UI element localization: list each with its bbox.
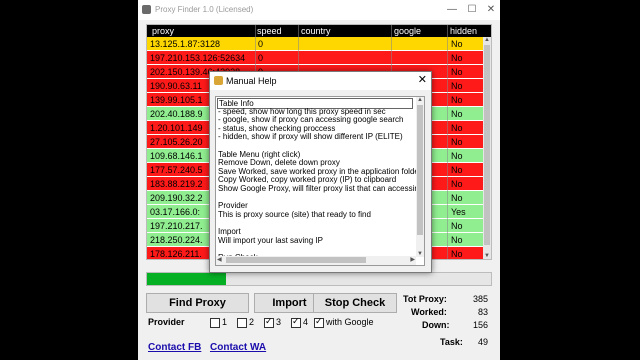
find-proxy-button[interactable]: Find Proxy <box>146 293 249 313</box>
help-text-line: Show Google Proxy, will filter proxy lis… <box>218 184 425 193</box>
cell-hidden: No <box>451 39 463 49</box>
help-horizontal-scrollbar[interactable]: ◀ ▶ <box>216 256 416 265</box>
cell-proxy: 218.250.224. <box>150 235 203 245</box>
cell-proxy: 190.90.63.11 <box>150 81 202 91</box>
cell-hidden: No <box>451 53 463 63</box>
provider-option-label: 1 <box>222 317 228 327</box>
provider-label: Provider <box>148 317 185 327</box>
cell-hidden: No <box>451 179 463 189</box>
column-header-speed[interactable]: speed <box>257 26 282 36</box>
cell-proxy: 139.99.105.1 <box>150 95 203 105</box>
cell-hidden: No <box>451 123 463 133</box>
contact-fb-link[interactable]: Contact FB <box>148 342 201 353</box>
table-scrollbar[interactable]: ▲ ▼ <box>483 37 491 259</box>
cell-proxy: 1.20.101.149 <box>150 123 203 133</box>
app-icon <box>142 5 151 14</box>
cell-proxy: 27.105.26.20 <box>150 137 203 147</box>
help-text-line: Will import your last saving IP <box>218 235 323 245</box>
help-textbox[interactable]: Table Info - speed, show how long this pr… <box>215 96 425 266</box>
cell-hidden: No <box>451 235 463 245</box>
with-google-label: with Google <box>326 317 374 327</box>
cell-hidden: No <box>451 221 463 231</box>
table-header: proxy speed country google hidden <box>147 25 491 37</box>
cell-hidden: No <box>451 95 463 105</box>
tot-proxy-label: Tot Proxy: <box>403 294 447 304</box>
cell-speed: 0 <box>258 39 264 49</box>
cell-proxy: 177.57.240.5 <box>150 165 203 175</box>
help-icon <box>214 76 223 85</box>
close-icon[interactable]: ✕ <box>483 2 499 18</box>
tot-proxy-value: 385 <box>472 294 488 304</box>
cell-proxy: 197.210.217. <box>150 221 203 231</box>
contact-wa-link[interactable]: Contact WA <box>210 342 266 353</box>
window-title: Proxy Finder 1.0 (Licensed) <box>155 5 254 14</box>
cell-speed: 0 <box>258 53 264 63</box>
title-bar: Proxy Finder 1.0 (Licensed) — ☐ ✕ <box>138 0 500 20</box>
dialog-title: Manual Help <box>226 76 277 86</box>
with-google-checkbox[interactable] <box>314 316 324 328</box>
cell-hidden: No <box>451 137 463 147</box>
table-row[interactable]: 197.210.153.126:52634 0 No <box>147 51 485 65</box>
provider-option-label: 2 <box>249 317 255 327</box>
worked-value: 83 <box>477 307 488 317</box>
provider-checkbox-4[interactable] <box>291 316 301 328</box>
column-header-hidden[interactable]: hidden <box>450 26 477 36</box>
minimize-icon[interactable]: — <box>444 2 460 18</box>
down-label: Down: <box>422 320 450 330</box>
provider-checkbox-1[interactable] <box>210 318 220 328</box>
maximize-icon[interactable]: ☐ <box>464 2 480 18</box>
cell-proxy: 109.68.146.1 <box>150 151 203 161</box>
column-header-proxy[interactable]: proxy <box>152 26 174 36</box>
manual-help-dialog: Manual Help ✕ Table Info - speed, show ho… <box>209 71 432 273</box>
provider-checkbox-3[interactable] <box>264 316 274 328</box>
cell-hidden: No <box>451 165 463 175</box>
task-value: 49 <box>477 337 488 347</box>
cell-proxy: 209.190.32.2 <box>150 193 203 203</box>
help-text-line: - hidden, show if proxy will show differ… <box>218 132 403 142</box>
cell-hidden: No <box>451 249 463 259</box>
cell-hidden: No <box>451 67 463 77</box>
worked-label: Worked: <box>411 307 447 317</box>
cell-proxy: 13.125.1.87:3128 <box>150 39 221 49</box>
cell-hidden: Yes <box>451 207 466 217</box>
provider-checkbox-2[interactable] <box>237 318 247 328</box>
table-row[interactable]: 13.125.1.87:3128 0 No <box>147 37 485 51</box>
column-header-google[interactable]: google <box>394 26 421 36</box>
dialog-close-icon[interactable]: ✕ <box>418 73 427 86</box>
progress-bar <box>146 272 492 286</box>
stop-check-button[interactable]: Stop Check <box>313 293 397 313</box>
cell-hidden: No <box>451 109 463 119</box>
column-header-country[interactable]: country <box>301 26 331 36</box>
help-text-line: This is proxy source (site) that ready t… <box>218 209 371 219</box>
cell-proxy: 183.88.219.2 <box>150 179 203 189</box>
cell-proxy: 03.17.166.0: <box>150 207 201 217</box>
cell-hidden: No <box>451 81 463 91</box>
cell-hidden: No <box>451 151 463 161</box>
cell-hidden: No <box>451 193 463 203</box>
dialog-title-bar: Manual Help ✕ <box>210 72 431 90</box>
help-vertical-scrollbar[interactable]: ▲ ▼ <box>416 97 424 257</box>
provider-option-label: 3 <box>276 317 282 327</box>
cell-proxy: 202.40.188.9 <box>150 109 203 119</box>
cell-proxy: 178.126.211. <box>150 249 202 259</box>
provider-option-label: 4 <box>303 317 309 327</box>
cell-proxy: 197.210.153.126:52634 <box>150 53 246 63</box>
down-value: 156 <box>472 320 488 330</box>
progress-fill <box>147 273 227 285</box>
